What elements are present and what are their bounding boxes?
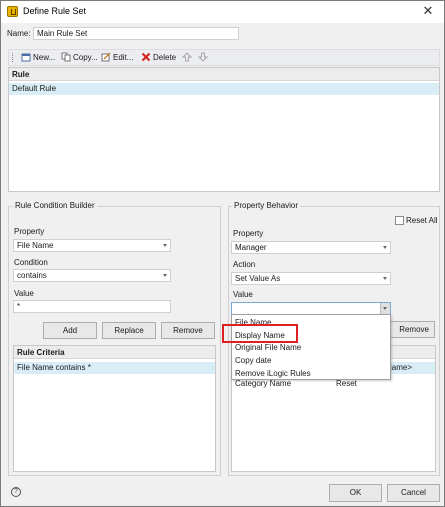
- rule-row[interactable]: Default Rule: [9, 83, 439, 95]
- property-behavior-title: Property Behavior: [232, 201, 301, 210]
- add-button[interactable]: Add: [43, 322, 97, 339]
- pb-action-value: Set Value As: [235, 274, 281, 283]
- cb-condition-value: contains: [17, 271, 47, 280]
- rule-grid: Rule Default Rule: [8, 67, 440, 192]
- new-icon: [21, 53, 31, 62]
- reset-all-checkbox[interactable]: [395, 216, 404, 225]
- app-icon: [7, 6, 18, 17]
- edit-icon: [101, 52, 111, 62]
- cb-property-value: File Name: [17, 241, 54, 250]
- reset-all-label: Reset All: [406, 216, 438, 225]
- move-down-icon[interactable]: [198, 52, 208, 62]
- delete-button[interactable]: Delete: [153, 52, 176, 64]
- toolbar-grip: [12, 53, 13, 62]
- pb-value-label: Value: [233, 290, 253, 299]
- dropdown-option-copy-date[interactable]: Copy date: [235, 355, 271, 366]
- pb-property-label: Property: [233, 229, 264, 238]
- rule-grid-header: Rule: [9, 68, 439, 81]
- define-rule-set-dialog: Define Rule Set ✕ Name: Main Rule Set Ne…: [0, 0, 445, 507]
- cancel-button[interactable]: Cancel: [387, 484, 440, 502]
- rule-criteria-grid: Rule Criteria File Name contains *: [13, 345, 216, 472]
- delete-icon: [141, 52, 151, 62]
- pb-property-combo[interactable]: Manager: [231, 241, 391, 254]
- chevron-down-icon: [163, 274, 167, 277]
- cb-value-input[interactable]: *: [13, 300, 171, 313]
- new-button[interactable]: New...: [33, 52, 55, 64]
- dropdown-option-remove-ilogic-rules[interactable]: Remove iLogic Rules: [235, 368, 311, 379]
- name-label: Name:: [7, 29, 31, 38]
- ok-button[interactable]: OK: [329, 484, 382, 502]
- pb-action-label: Action: [233, 260, 256, 269]
- highlight-box: [222, 324, 298, 343]
- cb-property-label: Property: [14, 227, 45, 236]
- title-bar: Define Rule Set ✕: [1, 1, 444, 23]
- chevron-down-icon: [383, 277, 387, 280]
- move-up-icon[interactable]: [182, 52, 192, 62]
- dropdown-option-original-file-name[interactable]: Original File Name: [235, 342, 301, 353]
- pb-grid-row-name: Category Name: [235, 379, 292, 388]
- close-icon[interactable]: ✕: [420, 3, 436, 19]
- name-input[interactable]: Main Rule Set: [33, 27, 239, 40]
- cb-property-combo[interactable]: File Name: [13, 239, 171, 252]
- copy-icon: [61, 52, 71, 62]
- window-title: Define Rule Set: [23, 6, 87, 16]
- chevron-down-icon: [163, 244, 167, 247]
- edit-button[interactable]: Edit...: [113, 52, 133, 64]
- rule-criteria-header: Rule Criteria: [14, 346, 215, 359]
- criteria-row[interactable]: File Name contains *: [14, 362, 215, 374]
- cb-condition-label: Condition: [14, 258, 48, 267]
- toolbar: New... Copy... Edit... Delete: [8, 49, 440, 66]
- replace-button[interactable]: Replace: [102, 322, 156, 339]
- help-icon[interactable]: ?: [11, 487, 21, 497]
- chevron-down-icon: [383, 246, 387, 249]
- chevron-down-icon: [383, 307, 387, 310]
- cb-condition-combo[interactable]: contains: [13, 269, 171, 282]
- pb-grid-row-action: Reset: [336, 379, 357, 388]
- pb-action-combo[interactable]: Set Value As: [231, 272, 391, 285]
- pb-property-value: Manager: [235, 243, 267, 252]
- copy-button[interactable]: Copy...: [73, 52, 98, 64]
- cb-value-label: Value: [14, 289, 34, 298]
- rule-condition-builder-title: Rule Condition Builder: [13, 201, 97, 210]
- cb-remove-button[interactable]: Remove: [161, 322, 215, 339]
